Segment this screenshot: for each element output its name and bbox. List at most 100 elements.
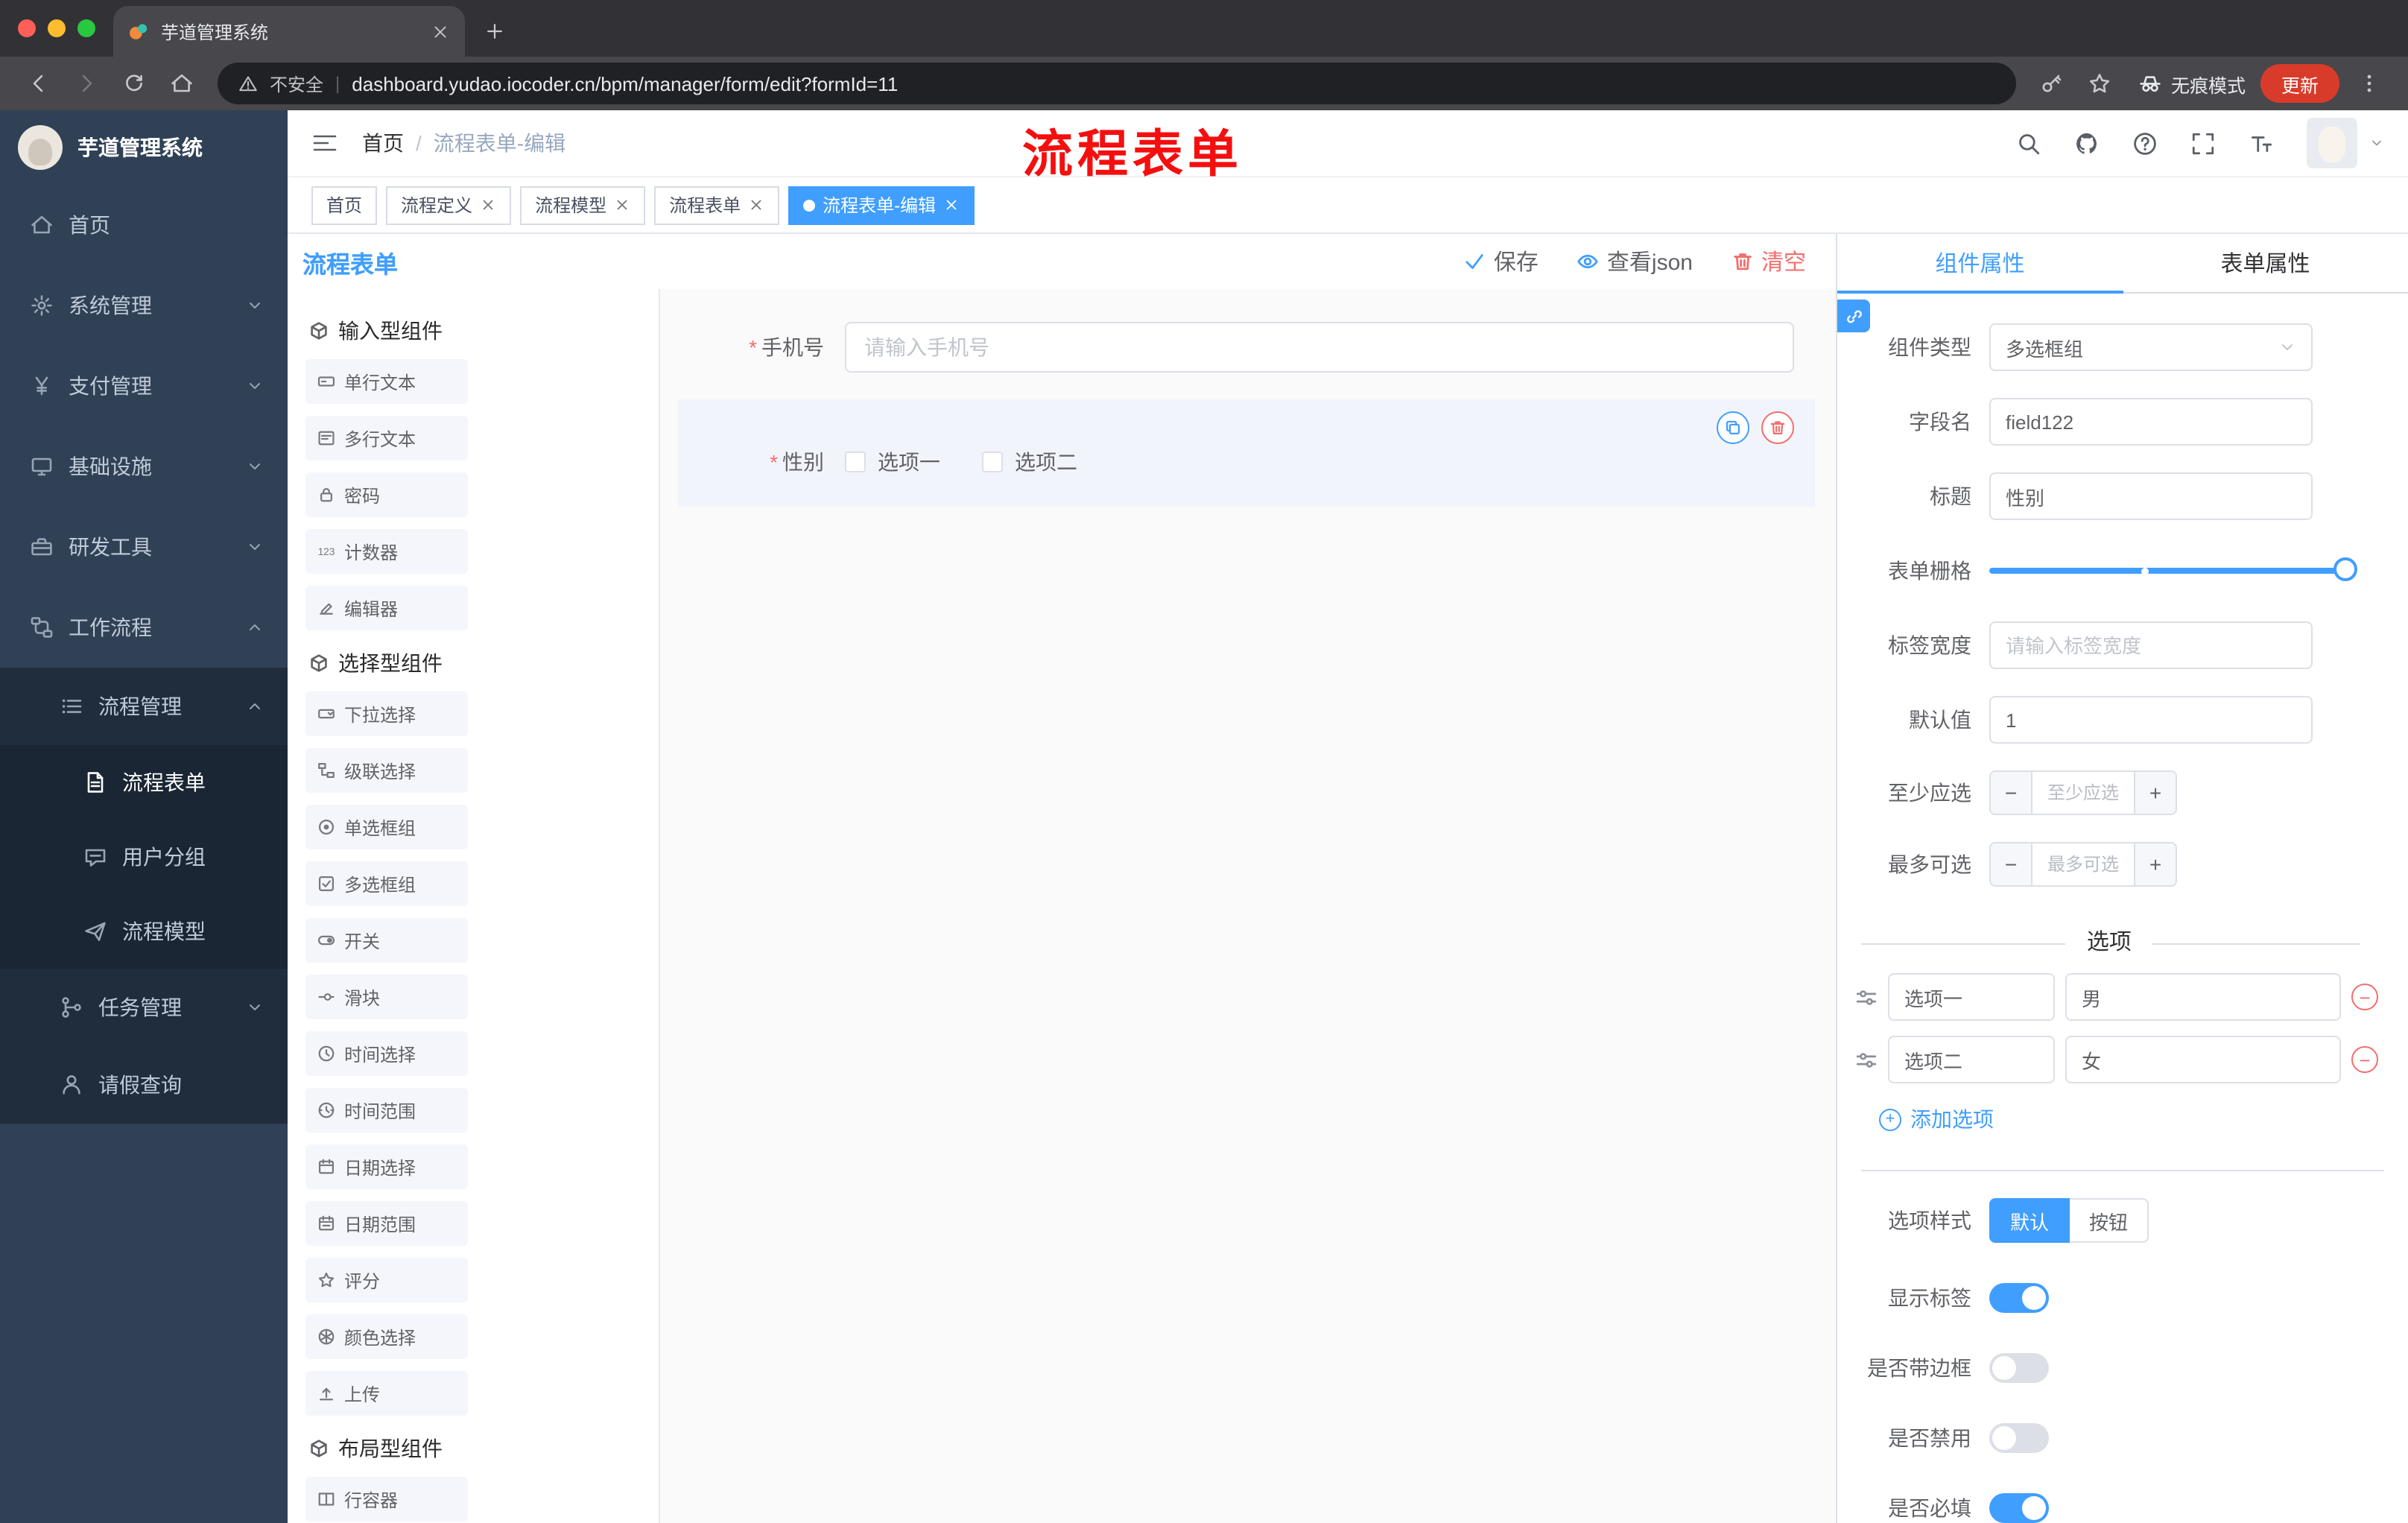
back-button[interactable]: [27, 72, 51, 95]
close-icon[interactable]: [943, 197, 960, 213]
copy-widget-button[interactable]: [1717, 411, 1749, 444]
tag-home[interactable]: 首页: [311, 186, 378, 224]
delete-widget-button[interactable]: [1761, 411, 1794, 444]
update-button[interactable]: 更新: [2260, 64, 2339, 103]
disabled-switch[interactable]: [1989, 1423, 2049, 1453]
sidebar-item-process-model[interactable]: 流程模型: [0, 894, 288, 969]
user-avatar[interactable]: [2307, 118, 2357, 168]
title-input[interactable]: [1989, 472, 2313, 520]
palette-item-editor[interactable]: 编辑器: [305, 586, 468, 630]
avatar-caret-icon[interactable]: [2369, 136, 2384, 151]
window-minimize-button[interactable]: [48, 19, 66, 37]
slider-handle[interactable]: [2333, 557, 2357, 581]
font-size-icon[interactable]: [2249, 130, 2274, 156]
sidebar-item-process-form[interactable]: 流程表单: [0, 745, 288, 820]
palette-item-checkbox-group[interactable]: 多选框组: [305, 861, 468, 906]
palette-item-row-container[interactable]: 行容器: [305, 1477, 468, 1522]
border-switch[interactable]: [1989, 1353, 2049, 1383]
forward-button[interactable]: [75, 72, 98, 95]
palette-item-color-picker[interactable]: 颜色选择: [305, 1314, 468, 1359]
browser-tab[interactable]: 芋道管理系统: [113, 6, 465, 57]
palette-item-upload[interactable]: 上传: [305, 1371, 468, 1416]
default-value-input[interactable]: [1989, 696, 2313, 744]
tag-process-form[interactable]: 流程表单: [654, 186, 780, 224]
collapse-sidebar-icon[interactable]: [311, 131, 338, 155]
phone-input[interactable]: [845, 322, 1794, 373]
close-icon[interactable]: [614, 197, 630, 213]
tab-form-props[interactable]: 表单属性: [2123, 234, 2408, 292]
show-label-switch[interactable]: [1989, 1283, 2049, 1313]
close-icon[interactable]: [748, 197, 764, 213]
gender-option-2-checkbox[interactable]: 选项二: [982, 447, 1077, 477]
clear-button[interactable]: 清空: [1731, 246, 1806, 277]
palette-item-radio-group[interactable]: 单选框组: [305, 805, 468, 849]
palette-item-date-range[interactable]: 日期范围: [305, 1201, 468, 1246]
palette-item-cascader[interactable]: 级联选择: [305, 748, 468, 793]
link-badge-icon[interactable]: [1837, 300, 1870, 332]
close-icon[interactable]: [480, 197, 496, 213]
sidebar-item-home[interactable]: 首页: [0, 185, 288, 265]
sidebar-item-task-management[interactable]: 任务管理: [0, 969, 288, 1046]
style-button-button[interactable]: 按钮: [2070, 1198, 2149, 1243]
tag-process-form-edit[interactable]: 流程表单-编辑: [788, 186, 975, 224]
option-1-label-input[interactable]: [1888, 973, 2055, 1021]
widget-gender-selected[interactable]: * 性别 选项一 选项二: [678, 399, 1815, 507]
palette-item-time-picker[interactable]: 时间选择: [305, 1031, 468, 1076]
help-icon[interactable]: [2132, 130, 2158, 156]
tab-close-icon[interactable]: [431, 22, 450, 41]
increment-button[interactable]: +: [2134, 843, 2176, 885]
address-bar[interactable]: 不安全 | dashboard.yudao.iocoder.cn/bpm/man…: [218, 63, 2016, 104]
option-2-value-input[interactable]: [2065, 1036, 2341, 1083]
tag-process-model[interactable]: 流程模型: [520, 186, 646, 224]
browser-home-button[interactable]: [170, 72, 194, 95]
form-grid-slider[interactable]: [1989, 547, 2357, 595]
fullscreen-icon[interactable]: [2190, 130, 2216, 156]
palette-item-rate[interactable]: 评分: [305, 1258, 468, 1302]
password-key-icon[interactable]: [2040, 72, 2064, 95]
option-2-label-input[interactable]: [1888, 1036, 2055, 1083]
required-switch[interactable]: [1989, 1493, 2049, 1523]
view-json-button[interactable]: 查看json: [1577, 246, 1693, 277]
label-width-input[interactable]: [1989, 621, 2313, 669]
search-icon[interactable]: [2016, 130, 2041, 156]
drag-handle-icon[interactable]: [1855, 1048, 1878, 1071]
save-button[interactable]: 保存: [1464, 246, 1539, 277]
add-option-button[interactable]: + 添加选项: [1879, 1104, 2313, 1134]
min-select-input[interactable]: [2032, 772, 2134, 814]
sidebar-item-system-management[interactable]: 系统管理: [0, 265, 288, 346]
sidebar-item-user-group[interactable]: 用户分组: [0, 820, 288, 894]
sidebar-item-leave-query[interactable]: 请假查询: [0, 1046, 288, 1124]
tag-process-definition[interactable]: 流程定义: [386, 186, 512, 224]
component-type-select[interactable]: 多选框组: [1989, 323, 2313, 371]
decrement-button[interactable]: −: [1991, 843, 2032, 885]
drag-handle-icon[interactable]: [1855, 986, 1878, 1008]
remove-option-button[interactable]: −: [2351, 1046, 2378, 1073]
menu-dots-icon[interactable]: [2357, 72, 2381, 95]
sidebar-item-process-management[interactable]: 流程管理: [0, 668, 288, 745]
palette-item-single-line-text[interactable]: 单行文本: [305, 359, 468, 404]
remove-option-button[interactable]: −: [2351, 984, 2378, 1010]
sidebar-item-workflow[interactable]: 工作流程: [0, 587, 288, 668]
form-canvas[interactable]: *手机号 *性别 选项一: [660, 289, 1836, 1523]
palette-item-switch[interactable]: 开关: [305, 918, 468, 963]
window-zoom-button[interactable]: [77, 19, 95, 37]
sidebar-item-payment-management[interactable]: 支付管理: [0, 346, 288, 426]
reload-button[interactable]: [122, 72, 146, 95]
max-select-input[interactable]: [2032, 843, 2134, 885]
github-icon[interactable]: [2074, 130, 2100, 156]
palette-item-date-picker[interactable]: 日期选择: [305, 1144, 468, 1189]
palette-item-multi-line-text[interactable]: 多行文本: [305, 416, 468, 460]
style-default-button[interactable]: 默认: [1989, 1198, 2070, 1243]
decrement-button[interactable]: −: [1991, 772, 2032, 814]
gender-option-1-checkbox[interactable]: 选项一: [845, 447, 940, 477]
sidebar-item-infrastructure[interactable]: 基础设施: [0, 426, 288, 507]
palette-item-password[interactable]: 密码: [305, 472, 468, 517]
option-1-value-input[interactable]: [2065, 973, 2341, 1021]
field-name-input[interactable]: [1989, 398, 2313, 446]
increment-button[interactable]: +: [2134, 772, 2176, 814]
palette-item-time-range[interactable]: 时间范围: [305, 1088, 468, 1133]
tab-component-props[interactable]: 组件属性: [1837, 234, 2123, 294]
bookmark-star-icon[interactable]: [2088, 72, 2111, 95]
window-close-button[interactable]: [18, 19, 36, 37]
widget-phone[interactable]: * 手机号: [678, 310, 1815, 384]
